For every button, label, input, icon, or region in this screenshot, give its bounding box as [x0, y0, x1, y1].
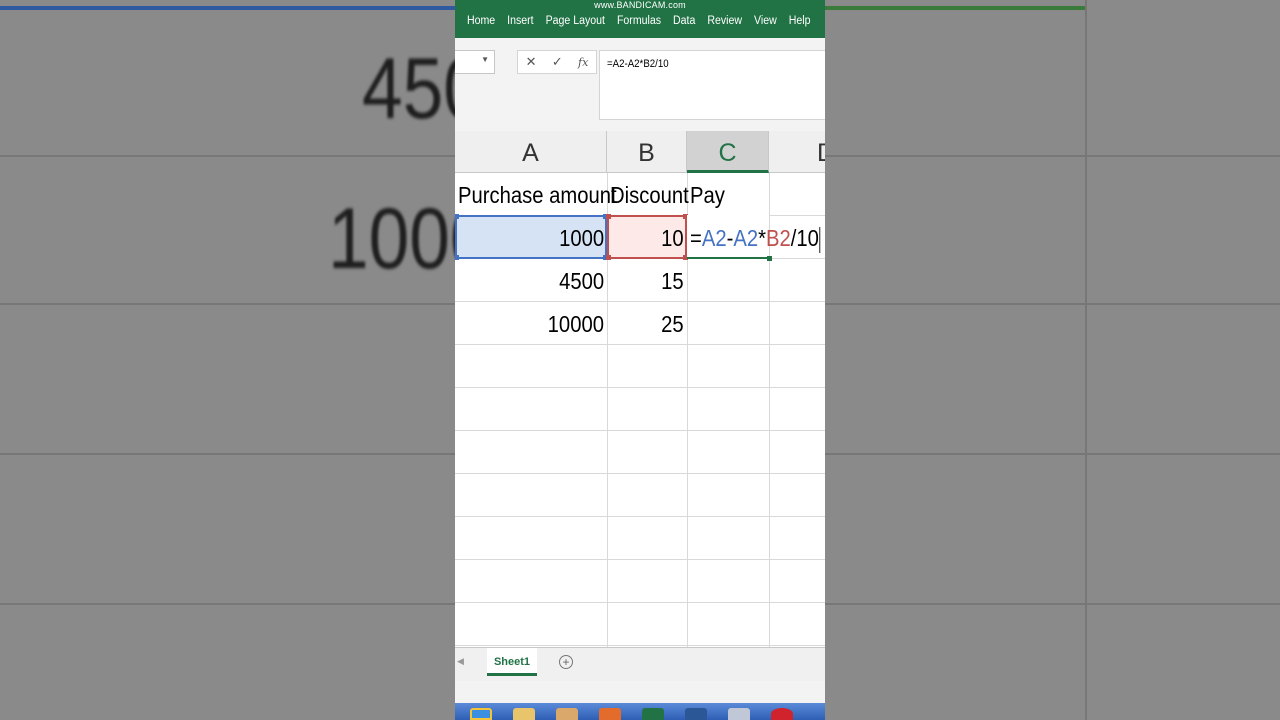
tab-formulas[interactable]: Formulas	[605, 15, 661, 27]
explorer-icon[interactable]	[556, 708, 578, 720]
ribbon-tabs: Home Insert Page Layout Formulas Data Re…	[455, 15, 811, 27]
column-header-c[interactable]: C	[687, 131, 769, 173]
cell-a2-text: 1000	[558, 225, 604, 251]
tab-help[interactable]: Help	[777, 15, 811, 27]
sheet-tab-sheet1[interactable]: Sheet1	[487, 648, 537, 676]
cell-a4-text: 10000	[547, 311, 604, 337]
formula-buttons: ✕ ✓ fx	[517, 50, 597, 74]
cell-b4[interactable]: 25	[607, 302, 687, 345]
sheet-tab-bar: ◀ Sheet1 +	[455, 647, 825, 681]
column-header-a[interactable]: A	[455, 131, 607, 173]
opera-icon[interactable]	[771, 708, 793, 720]
tab-home[interactable]: Home	[455, 15, 495, 27]
cancel-icon[interactable]: ✕	[526, 54, 537, 70]
recorder-watermark: www.BANDICAM.com	[594, 0, 686, 10]
cell-a4[interactable]: 10000	[455, 302, 607, 345]
cell-b3-text: 15	[661, 268, 684, 294]
tab-data[interactable]: Data	[661, 15, 695, 27]
cell-b1[interactable]: Discount	[607, 173, 689, 216]
cell-c2-formula: =A2-A2*B2/10	[690, 225, 821, 253]
tab-insert[interactable]: Insert	[495, 15, 533, 27]
cell-b2-text: 10	[661, 225, 684, 251]
ribbon: www.BANDICAM.com Home Insert Page Layout…	[455, 0, 825, 38]
column-headers: A B C D	[455, 131, 825, 173]
tab-page-layout[interactable]: Page Layout	[534, 15, 605, 27]
windows-taskbar	[455, 703, 825, 720]
column-header-b[interactable]: B	[607, 131, 687, 173]
tab-view[interactable]: View	[742, 15, 777, 27]
column-header-d[interactable]: D	[769, 131, 825, 173]
cell-a1-text: Purchase amount	[458, 182, 617, 208]
cell-b4-text: 25	[661, 311, 684, 337]
cell-a2[interactable]: 1000	[455, 216, 607, 259]
name-box[interactable]: ▼	[455, 50, 495, 74]
text-cursor	[819, 226, 821, 253]
scroll-left-icon[interactable]: ◀	[457, 656, 464, 667]
cell-a3-text: 4500	[558, 268, 604, 294]
enter-icon[interactable]: ✓	[552, 54, 563, 70]
cell-c2-editor[interactable]: =A2-A2*B2/10	[687, 216, 825, 259]
cell-b3[interactable]: 15	[607, 259, 687, 302]
cell-a3[interactable]: 4500	[455, 259, 607, 302]
add-sheet-icon[interactable]: +	[559, 655, 573, 669]
formula-text: =A2-A2*B2/10	[607, 58, 669, 70]
status-bar	[455, 681, 825, 703]
formula-input[interactable]: =A2-A2*B2/10	[599, 50, 825, 120]
cell-a1[interactable]: Purchase amount	[455, 173, 617, 216]
formula-area: ▼ ✕ ✓ fx =A2-A2*B2/10	[455, 38, 825, 131]
cell-c1[interactable]: Pay	[687, 173, 769, 216]
ie-icon[interactable]	[470, 708, 492, 720]
excel-icon[interactable]	[642, 708, 664, 720]
firefox-icon[interactable]	[599, 708, 621, 720]
tab-review[interactable]: Review	[695, 15, 742, 27]
word-icon[interactable]	[685, 708, 707, 720]
chevron-down-icon[interactable]: ▼	[481, 55, 489, 64]
excel-window: www.BANDICAM.com Home Insert Page Layout…	[455, 0, 825, 720]
worksheet-grid[interactable]: Purchase amount Discount Pay 1000 10 =A2…	[455, 173, 825, 647]
folder-icon[interactable]	[513, 708, 535, 720]
cell-c1-text: Pay	[690, 182, 725, 208]
ppt-icon[interactable]	[728, 708, 750, 720]
insert-function-icon[interactable]: fx	[578, 56, 588, 69]
cell-b2[interactable]: 10	[607, 216, 687, 259]
cell-b1-text: Discount	[610, 182, 689, 208]
